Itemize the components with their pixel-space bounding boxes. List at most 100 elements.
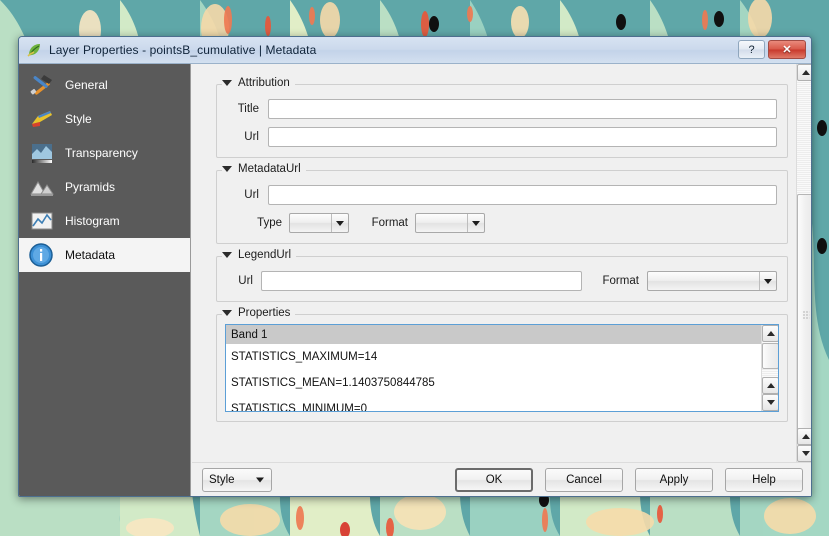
help-titlebar-button[interactable]: ? (738, 40, 765, 59)
dialog-body: General Style Transparency Pyramids Hist… (19, 64, 811, 496)
metadata-url-group-header[interactable]: MetadataUrl (222, 163, 306, 175)
properties-frame: Band 1 STATISTICS_MAXIMUM=14 STATISTICS_… (216, 314, 788, 422)
hammer-screwdriver-icon (28, 72, 56, 98)
list-item[interactable]: STATISTICS_MINIMUM=0 (226, 396, 761, 411)
info-circle-icon (28, 242, 56, 268)
list-item[interactable]: Band 1 (226, 325, 761, 344)
chevron-down-icon (256, 477, 264, 483)
chevron-down-icon[interactable] (759, 272, 776, 290)
metadata-type-label: Type (257, 217, 282, 229)
close-window-button[interactable]: ✕ (768, 40, 806, 59)
metadata-url-input[interactable] (268, 185, 777, 205)
attribution-url-input[interactable] (268, 127, 777, 147)
triangle-down-icon (222, 252, 232, 258)
list-item[interactable]: STATISTICS_MEAN=1.1403750844785 (226, 370, 761, 396)
triangle-down-icon (222, 310, 232, 316)
transparency-chart-icon (28, 140, 56, 166)
metadata-url-label: Url (244, 189, 259, 201)
ok-button[interactable]: OK (455, 468, 533, 492)
sidebar-item-metadata[interactable]: Metadata (19, 238, 190, 272)
metadata-format-combo[interactable] (415, 213, 485, 233)
legend-url-label: Url (238, 275, 253, 287)
dialog-title: Layer Properties - pointsB_cumulative | … (49, 43, 317, 57)
attribution-group-title: Attribution (238, 77, 290, 89)
band-properties-rows: Band 1 STATISTICS_MAXIMUM=14 STATISTICS_… (226, 325, 761, 411)
scrollbar-thumb[interactable] (797, 194, 811, 435)
cancel-button[interactable]: Cancel (545, 468, 623, 492)
legend-url-row: Url Format (227, 271, 777, 291)
histogram-svg (31, 212, 53, 230)
metadata-url-frame: Url Type Format (216, 170, 788, 244)
paintbrush-icon (28, 106, 56, 132)
help-button[interactable]: Help (725, 468, 803, 492)
attribution-group: Attribution Title Url (216, 77, 788, 158)
sidebar-item-style[interactable]: Style (19, 102, 190, 136)
style-button-label: Style (209, 474, 235, 486)
metadata-url-row: Url (227, 185, 777, 205)
histogram-icon (28, 208, 56, 234)
metadata-type-combo[interactable] (289, 213, 349, 233)
style-menu-button[interactable]: Style (202, 468, 272, 492)
sidebar-item-label: Histogram (65, 214, 120, 228)
attribution-frame: Title Url (216, 84, 788, 158)
sidebar-item-label: Pyramids (65, 180, 116, 194)
apply-button[interactable]: Apply (635, 468, 713, 492)
dialog-button-bar: Style OK Cancel Apply Help (192, 462, 811, 496)
sidebar-item-label: Transparency (65, 146, 138, 160)
metadata-url-group-title: MetadataUrl (238, 163, 301, 175)
sidebar-item-general[interactable]: General (19, 68, 190, 102)
legend-url-frame: Url Format (216, 256, 788, 302)
legend-url-group-title: LegendUrl (238, 249, 292, 261)
properties-group-title: Properties (238, 307, 291, 319)
legend-format-combo[interactable] (646, 271, 777, 291)
scroll-down-button[interactable] (762, 394, 778, 411)
paintbrush-svg (32, 111, 52, 127)
sidebar-item-transparency[interactable]: Transparency (19, 136, 190, 170)
metadata-format-label: Format (371, 217, 408, 229)
layer-properties-dialog: Layer Properties - pointsB_cumulative | … (18, 36, 812, 497)
attribution-url-label: Url (244, 131, 259, 143)
attribution-url-row: Url (227, 127, 777, 147)
properties-group: Properties Band 1 STATISTICS_MAXIMUM=14 … (216, 307, 788, 422)
dialog-titlebar[interactable]: Layer Properties - pointsB_cumulative | … (19, 37, 811, 64)
legend-format-label: Format (602, 275, 639, 287)
scroll-up-button-bottom[interactable] (762, 377, 778, 394)
pyramids-icon (28, 174, 56, 200)
scrollbar-thumb[interactable] (762, 343, 778, 369)
scroll-up-button[interactable] (762, 325, 778, 342)
metadata-content-pane: Attribution Title Url MetadataUrl Url Ty… (192, 64, 811, 496)
properties-group-header[interactable]: Properties (222, 307, 296, 319)
scroll-down-button[interactable] (797, 445, 811, 462)
content-pane-scrollbar[interactable] (796, 64, 811, 462)
attribution-title-row: Title (227, 99, 777, 119)
scroll-up-button-bottom[interactable] (797, 428, 811, 445)
properties-list-scrollbar[interactable] (761, 325, 778, 411)
qgis-leaf-icon (26, 42, 42, 58)
list-item[interactable]: STATISTICS_MAXIMUM=14 (226, 344, 761, 370)
sidebar-item-histogram[interactable]: Histogram (19, 204, 190, 238)
chevron-down-icon[interactable] (467, 214, 484, 232)
info-circle-svg (29, 243, 53, 267)
legend-url-group-header[interactable]: LegendUrl (222, 249, 297, 261)
pyramids-svg (30, 181, 54, 196)
metadata-type-format-row: Type Format (227, 213, 777, 233)
legend-url-group: LegendUrl Url Format (216, 249, 788, 302)
triangle-down-icon (222, 166, 232, 172)
attribution-title-label: Title (237, 103, 259, 115)
properties-sidebar: General Style Transparency Pyramids Hist… (19, 64, 191, 496)
sidebar-item-label: General (65, 78, 108, 92)
hammer-screwdriver-svg (30, 75, 52, 95)
legend-url-input[interactable] (261, 271, 582, 291)
sidebar-item-pyramids[interactable]: Pyramids (19, 170, 190, 204)
band-properties-list[interactable]: Band 1 STATISTICS_MAXIMUM=14 STATISTICS_… (225, 324, 779, 412)
titlebar-buttons: ? ✕ (738, 40, 806, 59)
scroll-up-button[interactable] (797, 64, 811, 81)
attribution-group-header[interactable]: Attribution (222, 77, 295, 89)
scrollbar-grip-icon (802, 310, 809, 319)
dialog-action-buttons: OK Cancel Apply Help (455, 468, 803, 492)
metadata-scroll-area: Attribution Title Url MetadataUrl Url Ty… (192, 64, 796, 462)
chevron-down-icon[interactable] (331, 214, 348, 232)
qgis-leaf-svg (27, 44, 40, 57)
attribution-title-input[interactable] (268, 99, 777, 119)
transparency-chart-svg (32, 144, 52, 163)
